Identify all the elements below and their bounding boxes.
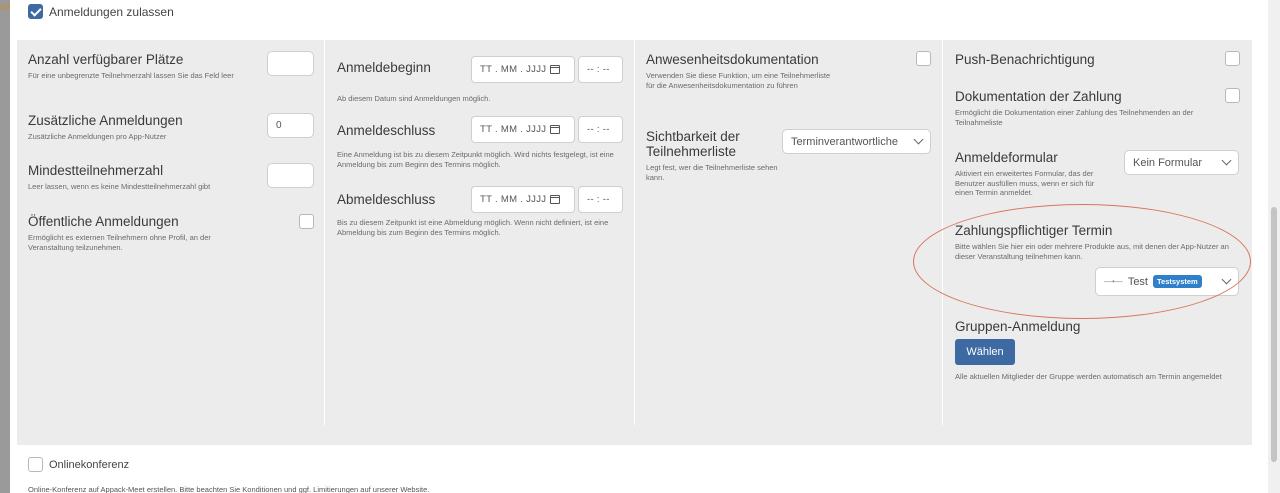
group-title: Gruppen-Anmeldung xyxy=(955,319,1081,334)
chevron-down-icon xyxy=(913,134,924,145)
additional-title: Zusätzliche Anmeldungen xyxy=(28,113,183,128)
online-conference-label: Onlinekonferenz xyxy=(49,458,130,471)
additional-desc: Zusätzliche Anmeldungen pro App-Nutzer xyxy=(28,132,167,141)
calendar-icon xyxy=(550,125,561,134)
deadline-date-input[interactable]: TT . MM . JJJJ xyxy=(471,116,575,143)
push-field: Push-Benachrichtigung xyxy=(955,52,1095,67)
deadline-title: Anmeldeschluss xyxy=(337,123,436,138)
start-time-input[interactable]: -- : -- xyxy=(578,56,623,83)
public-checkbox[interactable] xyxy=(299,214,314,229)
form-select[interactable]: Kein Formular xyxy=(1124,150,1239,175)
visibility-field: Sichtbarkeit der Teilnehmerliste Legt fe… xyxy=(646,129,791,182)
participants-column: Anwesenheitsdokumentation Verwenden Sie … xyxy=(635,40,942,425)
highlight-annotation-ring xyxy=(913,204,1251,319)
minimum-input[interactable] xyxy=(267,163,314,188)
group-desc: Alle aktuellen Mitglieder der Gruppe wer… xyxy=(955,372,1222,381)
form-selected: Kein Formular xyxy=(1133,156,1203,169)
form-field: Anmeldeformular Aktiviert ein erweiterte… xyxy=(955,150,1105,198)
allow-registrations-checkbox[interactable] xyxy=(28,4,43,19)
deadline-desc: Eine Anmeldung ist bis zu diesem Zeitpun… xyxy=(337,150,614,169)
attendance-checkbox[interactable] xyxy=(916,51,931,66)
scrollbar[interactable] xyxy=(1268,0,1280,493)
start-date-placeholder: TT . MM . JJJJ xyxy=(480,64,547,75)
attendance-field: Anwesenheitsdokumentation Verwenden Sie … xyxy=(646,52,841,90)
minimum-title: Mindestteilnehmerzahl xyxy=(28,163,164,178)
start-title: Anmeldebeginn xyxy=(337,60,431,75)
allow-registrations-label: Anmeldungen zulassen xyxy=(49,4,174,19)
public-field: Öffentliche Anmeldungen Ermöglicht es ex… xyxy=(28,214,258,252)
dates-column: Anmeldebeginn TT . MM . JJJJ -- : -- Ab … xyxy=(325,40,633,425)
form-title: Anmeldeformular xyxy=(955,150,1058,165)
attendance-title: Anwesenheitsdokumentation xyxy=(646,52,819,67)
online-conference-row[interactable]: Onlinekonferenz xyxy=(28,457,129,472)
seats-title: Anzahl verfügbarer Plätze xyxy=(28,52,184,67)
push-checkbox[interactable] xyxy=(1225,51,1240,66)
visibility-selected: Terminverantwortliche xyxy=(791,135,898,148)
cancel-field: Abmeldeschluss xyxy=(337,192,472,207)
payment-doc-checkbox[interactable] xyxy=(1225,88,1240,103)
public-title: Öffentliche Anmeldungen xyxy=(28,214,179,229)
online-conference-desc: Online-Konferenz auf Appack-Meet erstell… xyxy=(28,485,430,493)
deadline-time-placeholder: -- : -- xyxy=(587,124,610,135)
cancel-date-input[interactable]: TT . MM . JJJJ xyxy=(471,186,575,213)
start-desc: Ab diesem Datum sind Anmeldungen möglich… xyxy=(337,94,491,103)
online-conference-checkbox[interactable] xyxy=(28,457,43,472)
cancel-time-placeholder: -- : -- xyxy=(587,194,610,205)
payment-doc-title: Dokumentation der Zahlung xyxy=(955,89,1122,104)
cancel-title: Abmeldeschluss xyxy=(337,192,436,207)
chevron-down-icon xyxy=(1221,155,1232,166)
attendance-desc: Verwenden Sie diese Funktion, um eine Te… xyxy=(646,71,831,90)
minimum-desc: Leer lassen, wenn es keine Mindestteilne… xyxy=(28,182,211,191)
calendar-icon xyxy=(550,195,561,204)
deadline-field: Anmeldeschluss xyxy=(337,123,472,138)
additional-input[interactable]: 0 xyxy=(267,113,314,138)
start-field: Anmeldebeginn xyxy=(337,60,472,75)
form-desc: Aktiviert ein erweitertes Formular, das … xyxy=(955,169,1095,197)
seats-desc: Für eine unbegrenzte Teilnehmerzahl lass… xyxy=(28,71,234,80)
allow-registrations-row[interactable]: Anmeldungen zulassen xyxy=(28,4,174,19)
group-field: Gruppen-Anmeldung xyxy=(955,319,1080,334)
visibility-select[interactable]: Terminverantwortliche xyxy=(782,129,931,154)
additional-field: Zusätzliche Anmeldungen Zusätzliche Anme… xyxy=(28,113,258,142)
payment-doc-desc: Ermöglicht die Dokumentation einer Zahlu… xyxy=(955,108,1194,127)
left-edge-text: nd xyxy=(0,2,11,12)
minimum-field: Mindestteilnehmerzahl Leer lassen, wenn … xyxy=(28,163,258,192)
left-edge-overlay xyxy=(0,0,10,493)
seats-field: Anzahl verfügbarer Plätze Für eine unbeg… xyxy=(28,52,258,81)
payment-doc-field: Dokumentation der Zahlung Ermöglicht die… xyxy=(955,89,1225,127)
group-select-button[interactable]: Wählen xyxy=(955,339,1015,365)
seats-input[interactable] xyxy=(267,51,314,76)
cancel-desc: Bis zu diesem Zeitpunkt ist eine Abmeldu… xyxy=(337,218,609,237)
public-desc: Ermöglicht es externen Teilnehmern ohne … xyxy=(28,233,211,252)
start-time-placeholder: -- : -- xyxy=(587,64,610,75)
start-date-input[interactable]: TT . MM . JJJJ xyxy=(471,56,575,83)
cancel-time-input[interactable]: -- : -- xyxy=(578,186,623,213)
scrollbar-thumb[interactable] xyxy=(1271,207,1277,462)
visibility-title: Sichtbarkeit der Teilnehmerliste xyxy=(646,129,740,159)
visibility-desc: Legt fest, wer die Teilnehmerliste sehen… xyxy=(646,163,778,182)
push-title: Push-Benachrichtigung xyxy=(955,52,1095,67)
calendar-icon xyxy=(550,65,561,74)
deadline-time-input[interactable]: -- : -- xyxy=(578,116,623,143)
capacity-column: Anzahl verfügbarer Plätze Für eine unbeg… xyxy=(17,40,324,425)
cancel-date-placeholder: TT . MM . JJJJ xyxy=(480,194,547,205)
deadline-date-placeholder: TT . MM . JJJJ xyxy=(480,124,547,135)
